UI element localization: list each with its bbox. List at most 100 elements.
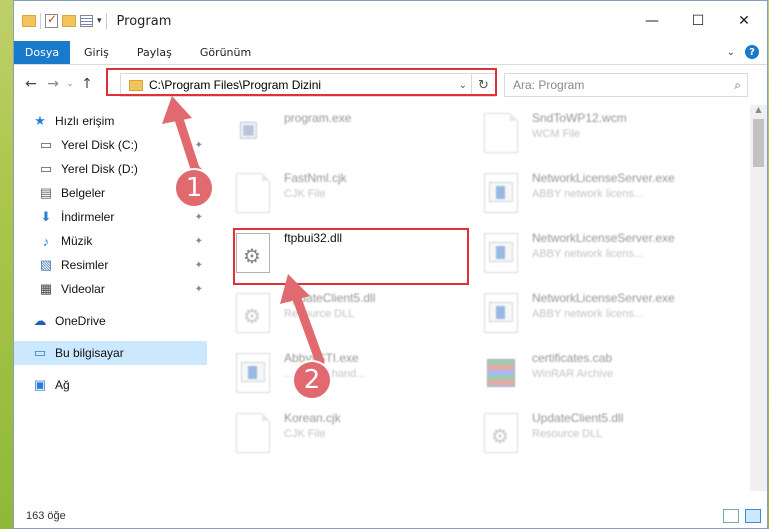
doc-file-icon — [236, 173, 270, 213]
sidebar-item[interactable]: ▧ Resimler ✦ — [14, 253, 207, 277]
arrow-2 — [280, 274, 325, 367]
file-name: Korean.cjk — [284, 411, 341, 425]
search-placeholder: Ara: Program — [513, 78, 585, 92]
file-highlight — [233, 228, 469, 285]
file-name: program.exe — [284, 111, 352, 125]
customize-toolbar-dropdown-icon[interactable]: ▾ — [97, 16, 102, 26]
pin-icon: ✦ — [194, 211, 203, 223]
details-view-icon[interactable] — [723, 509, 739, 523]
arrow-1-head — [162, 96, 192, 124]
file-name: NetworkLicenseServer.exe — [532, 231, 675, 245]
app-file-icon — [236, 353, 270, 393]
file-item[interactable]: ▣ program.exe — [226, 109, 466, 165]
sidebar-item-label: Resimler — [61, 258, 109, 272]
sidebar-item-label: Bu bilgisayar — [55, 346, 124, 360]
address-bar-highlight — [106, 68, 497, 96]
tab-share[interactable]: Paylaş — [123, 41, 186, 64]
file-type: WinRAR Archive — [532, 368, 614, 380]
music-icon: ♪ — [42, 233, 50, 249]
scrollbar-thumb[interactable] — [753, 119, 764, 167]
cloud-icon: ☁ — [33, 313, 47, 328]
ribbon-tabs: Dosya Giriş Paylaş Görünüm ⌄ ? — [14, 41, 767, 65]
divider — [105, 13, 107, 29]
drive-icon: ▭ — [39, 137, 53, 152]
file-name: certificates.cab — [532, 351, 613, 365]
file-name: NetworkLicenseServer.exe — [532, 171, 675, 185]
title-bar: ▾ Program — ☐ ✕ — [14, 1, 767, 41]
doc-file-icon — [484, 113, 518, 153]
sidebar-item[interactable]: ▣ Ağ — [14, 373, 207, 397]
network-icon: ▣ — [33, 377, 47, 392]
tab-view[interactable]: Görünüm — [186, 41, 265, 64]
sidebar-item-label: Ağ — [55, 378, 70, 392]
app-file-icon — [484, 233, 518, 273]
large-icons-view-icon[interactable] — [745, 509, 761, 523]
gear-file-icon: ⚙ — [484, 413, 518, 453]
file-type: Resource DLL — [532, 428, 603, 440]
sidebar-item[interactable]: ▭ Bu bilgisayar — [14, 341, 207, 365]
file-item[interactable]: ⚙ UpdateClient5.dll Resource DLL — [474, 409, 714, 465]
file-type: WCM File — [532, 128, 581, 140]
search-input[interactable]: Ara: Program ⌕ — [504, 73, 748, 97]
file-item[interactable]: NetworkLicenseServer.exe ABBY network lic… — [474, 229, 714, 285]
file-type: ABBY network licens... — [532, 188, 644, 200]
sidebar-item-label: Videolar — [61, 282, 105, 296]
minimize-button[interactable]: — — [629, 1, 675, 41]
file-item[interactable]: NetworkLicenseServer.exe ABBY network lic… — [474, 169, 714, 225]
properties-check-icon[interactable] — [45, 12, 58, 28]
file-item[interactable]: FastNml.cjk CJK File — [226, 169, 466, 225]
scroll-up-icon[interactable]: ▲ — [750, 105, 767, 114]
vertical-scrollbar[interactable]: ▲ — [750, 105, 767, 491]
file-type: CJK File — [284, 188, 326, 200]
tab-file[interactable]: Dosya — [14, 41, 70, 64]
file-type: ABBY network licens... — [532, 248, 644, 260]
window-title: Program — [116, 13, 172, 29]
file-item[interactable]: SndToWP12.wcm WCM File — [474, 109, 714, 165]
file-item[interactable]: ⚙ UpdateClient5.dll Resource DLL — [226, 289, 466, 345]
download-icon: ⬇ — [40, 209, 52, 224]
sidebar-item[interactable]: ⬇ İndirmeler ✦ — [14, 205, 207, 229]
sidebar-item-label: Belgeler — [61, 186, 106, 200]
file-name: UpdateClient5.dll — [532, 411, 624, 425]
sidebar-item-label: Müzik — [61, 234, 93, 248]
sidebar-item-label: Yerel Disk (C:) — [61, 138, 138, 152]
close-button[interactable]: ✕ — [721, 1, 767, 41]
file-item[interactable]: NetworkLicenseServer.exe ABBY network lic… — [474, 289, 714, 345]
file-item[interactable]: Korean.cjk CJK File — [226, 409, 466, 465]
archive-file-icon — [484, 353, 518, 393]
file-name: NetworkLicenseServer.exe — [532, 291, 675, 305]
tab-home[interactable]: Giriş — [70, 41, 123, 64]
document-icon: ▤ — [39, 185, 53, 200]
doc-file-icon — [236, 413, 270, 453]
gear-file-icon: ⚙ — [236, 293, 270, 333]
app-file-icon — [484, 173, 518, 213]
sidebar-item-label: OneDrive — [55, 314, 106, 328]
setup-file-icon: ▣ — [238, 117, 259, 142]
properties-icon[interactable] — [80, 15, 93, 27]
sidebar-item-label: İndirmeler — [61, 210, 115, 224]
ribbon-right: ⌄ ? — [727, 45, 759, 59]
sidebar-item[interactable]: ☁ OneDrive — [14, 309, 207, 333]
search-icon: ⌕ — [734, 77, 741, 92]
sidebar-item-label: Hızlı erişim — [55, 114, 115, 128]
quick-access-toolbar: ▾ — [22, 12, 107, 29]
back-button[interactable]: ← — [20, 76, 42, 92]
file-item[interactable]: certificates.cab WinRAR Archive — [474, 349, 714, 405]
pin-icon: ✦ — [194, 235, 203, 247]
view-toggles — [723, 509, 761, 523]
file-item[interactable]: AbbyySTI.exe...s event hand... — [226, 349, 466, 405]
forward-button[interactable]: → — [42, 76, 64, 92]
help-icon[interactable]: ? — [745, 45, 759, 59]
sidebar-item[interactable]: ♪ Müzik ✦ — [14, 229, 207, 253]
expand-ribbon-icon[interactable]: ⌄ — [727, 47, 735, 58]
pictures-icon: ▧ — [39, 257, 53, 272]
pin-icon: ✦ — [194, 283, 203, 295]
sidebar-item-label: Yerel Disk (D:) — [61, 162, 138, 176]
file-name: SndToWP12.wcm — [532, 111, 627, 125]
new-folder-icon[interactable] — [62, 15, 76, 27]
recent-locations-icon[interactable]: ⌄ — [64, 79, 76, 89]
sidebar-item[interactable]: ▦ Videolar ✦ — [14, 277, 207, 301]
divider — [40, 13, 41, 29]
up-button[interactable]: ↑ — [76, 76, 98, 92]
maximize-button[interactable]: ☐ — [675, 1, 721, 41]
